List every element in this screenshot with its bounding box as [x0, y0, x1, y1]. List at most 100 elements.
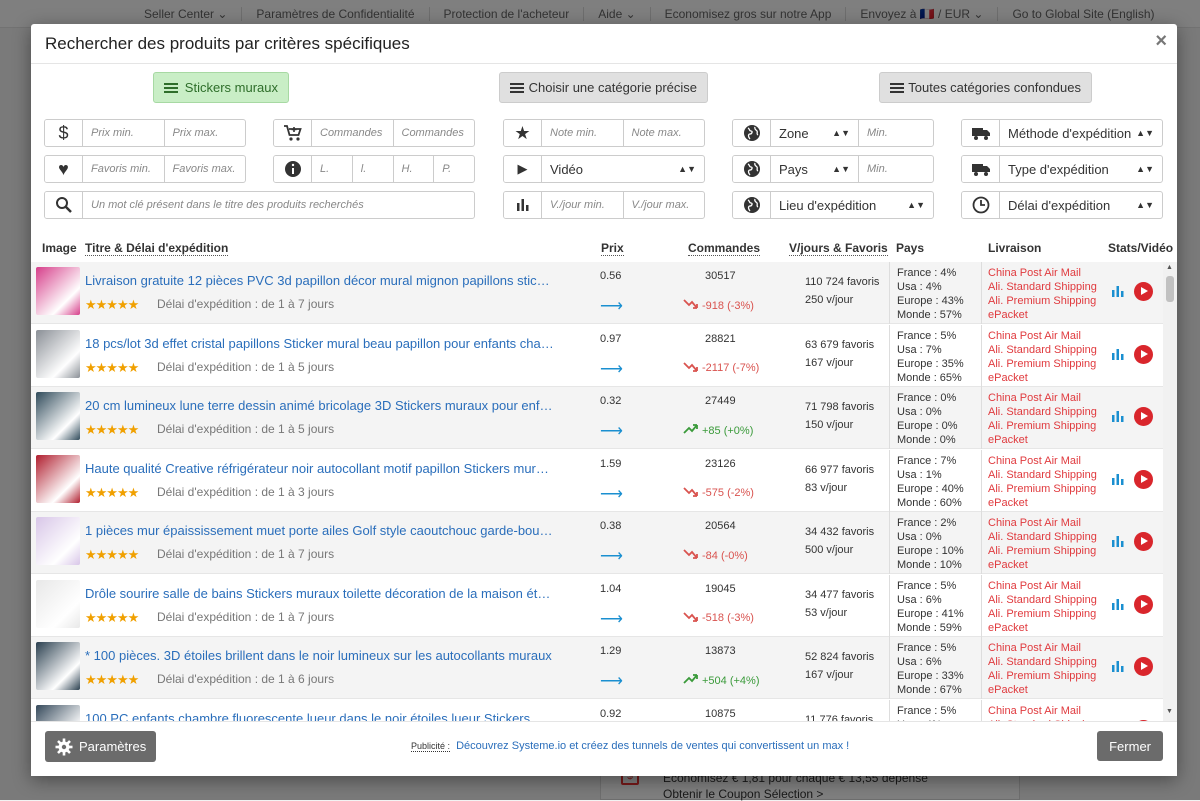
- modal-footer: Paramètres Publicité : Découvrez Systeme…: [31, 721, 1177, 776]
- stats-icon[interactable]: [1111, 534, 1125, 553]
- col-sales-favorites[interactable]: V/jours & Favoris: [789, 241, 888, 256]
- length-input[interactable]: L.: [312, 156, 353, 182]
- ship-from-select[interactable]: Lieu d'expédition ▲▼: [771, 192, 933, 218]
- product-title-link[interactable]: 1 pièces mur épaississement muet porte a…: [85, 523, 555, 538]
- delivery-time-value: Délai d'expédition: [1008, 197, 1111, 213]
- sales-per-day-max-input[interactable]: V./jour max.: [624, 192, 705, 218]
- choose-category-button[interactable]: Choisir une catégorie précise: [499, 72, 708, 103]
- product-title-link[interactable]: Livraison gratuite 12 pièces PVC 3d papi…: [85, 273, 555, 288]
- ad-text[interactable]: Découvrez Systeme.io et créez des tunnel…: [456, 740, 849, 752]
- scroll-thumb[interactable]: [1166, 276, 1174, 302]
- product-thumbnail[interactable]: [36, 642, 80, 690]
- shipping-methods: China Post Air Mail Ali. Standard Shippin…: [988, 266, 1097, 322]
- category-stickers-button[interactable]: Stickers muraux: [153, 72, 289, 103]
- trend-down-icon: [683, 548, 702, 563]
- depth-input[interactable]: P.: [434, 156, 474, 182]
- close-icon[interactable]: ×: [1155, 30, 1167, 53]
- product-title-link[interactable]: 18 pcs/lot 3d effet cristal papillons St…: [85, 336, 555, 351]
- col-price[interactable]: Prix: [601, 241, 624, 256]
- settings-button[interactable]: Paramètres: [45, 731, 157, 762]
- rating-min-input[interactable]: Note min.: [542, 120, 624, 146]
- product-row[interactable]: Livraison gratuite 12 pièces PVC 3d papi…: [31, 262, 1163, 324]
- price-min-input[interactable]: Prix min.: [83, 120, 165, 146]
- orders-value: 20564: [705, 520, 736, 532]
- cart-icon: [274, 120, 312, 146]
- orders-value: 23126: [705, 457, 736, 470]
- product-thumbnail[interactable]: [36, 579, 80, 628]
- stats-icon[interactable]: [1111, 659, 1125, 678]
- product-row[interactable]: Drôle sourire salle de bains Stickers mu…: [31, 574, 1163, 637]
- ad-banner[interactable]: Publicité : Découvrez Systeme.io et crée…: [411, 740, 849, 752]
- globe-icon: [733, 120, 771, 146]
- col-orders[interactable]: Commandes: [688, 241, 761, 256]
- ad-label: Publicité :: [411, 741, 451, 752]
- product-row[interactable]: 18 pcs/lot 3d effet cristal papillons St…: [31, 324, 1163, 387]
- shipping-method: ePacket: [988, 621, 1028, 634]
- country-share: Usa : 4%: [897, 281, 942, 293]
- stats-icon[interactable]: [1111, 472, 1125, 491]
- shipping-method-select[interactable]: Méthode d'expédition ▲▼: [1000, 120, 1162, 146]
- orders-min-input[interactable]: Commandes: [312, 120, 394, 146]
- product-thumbnail[interactable]: [36, 517, 80, 565]
- product-row[interactable]: * 100 pièces. 3D étoiles brillent dans l…: [31, 637, 1163, 699]
- product-title-link[interactable]: 100 PC enfants chambre fluorescente lueu…: [85, 711, 555, 722]
- product-thumbnail[interactable]: [36, 392, 80, 440]
- video-select[interactable]: Vidéo ▲▼: [542, 156, 704, 182]
- product-thumbnail[interactable]: [36, 329, 80, 378]
- stats-icon[interactable]: [1111, 597, 1125, 616]
- play-video-icon[interactable]: [1134, 532, 1153, 551]
- favorites-max-input[interactable]: Favoris max.: [165, 156, 246, 182]
- play-video-icon[interactable]: [1134, 344, 1153, 364]
- product-title-link[interactable]: Drôle sourire salle de bains Stickers mu…: [85, 586, 555, 601]
- product-thumbnail[interactable]: [36, 704, 80, 721]
- country-share: Europe : 40%: [897, 482, 964, 495]
- stats-icon[interactable]: [1111, 347, 1125, 366]
- shipping-type-select[interactable]: Type d'expédition ▲▼: [1000, 156, 1162, 182]
- zone-min-input[interactable]: Min.: [859, 120, 933, 146]
- close-button[interactable]: Fermer: [1097, 731, 1163, 761]
- play-video-icon[interactable]: [1134, 282, 1153, 301]
- product-title-link[interactable]: * 100 pièces. 3D étoiles brillent dans l…: [85, 648, 555, 663]
- rating-max-input[interactable]: Note max.: [624, 120, 705, 146]
- info-icon: [274, 156, 312, 182]
- scroll-up-icon[interactable]: ▲: [1166, 264, 1173, 271]
- scroll-down-icon[interactable]: ▼: [1166, 708, 1173, 715]
- height-input[interactable]: H.: [394, 156, 435, 182]
- all-categories-button[interactable]: Toutes catégories confondues: [879, 72, 1092, 103]
- product-row[interactable]: Haute qualité Creative réfrigérateur noi…: [31, 449, 1163, 512]
- play-video-icon[interactable]: [1134, 594, 1153, 614]
- product-title-link[interactable]: Haute qualité Creative réfrigérateur noi…: [85, 461, 555, 476]
- favorites-min-input[interactable]: Favoris min.: [83, 156, 165, 182]
- country-select[interactable]: Pays ▲▼: [771, 156, 859, 182]
- rating-stars: ★★★★★: [85, 547, 139, 562]
- sales-per-day-min-input[interactable]: V./jour min.: [542, 192, 624, 218]
- stats-icon[interactable]: [1111, 409, 1125, 428]
- product-row[interactable]: 100 PC enfants chambre fluorescente lueu…: [31, 699, 1163, 722]
- orders-filter: Commandes Commandes: [273, 119, 475, 147]
- country-min-input[interactable]: Min.: [859, 156, 933, 182]
- trend-down-icon: [683, 298, 702, 313]
- keyword-input[interactable]: Un mot clé présent dans le titre des pro…: [83, 192, 474, 218]
- col-title[interactable]: Titre & Délai d'expédition: [85, 241, 229, 256]
- play-video-icon[interactable]: [1134, 469, 1153, 489]
- width-input[interactable]: l.: [353, 156, 394, 182]
- product-thumbnail[interactable]: [36, 454, 80, 503]
- list-icon: [164, 82, 178, 93]
- stats-icon[interactable]: [1111, 284, 1125, 303]
- country-share: Europe : 0%: [897, 420, 958, 432]
- results-table-body[interactable]: Livraison gratuite 12 pièces PVC 3d papi…: [31, 262, 1163, 721]
- product-row[interactable]: 20 cm lumineux lune terre dessin animé b…: [31, 387, 1163, 449]
- play-video-icon[interactable]: [1134, 407, 1153, 426]
- sales-per-day: 167 v/jour: [805, 356, 854, 369]
- orders-max-input[interactable]: Commandes: [394, 120, 475, 146]
- price-max-input[interactable]: Prix max.: [165, 120, 246, 146]
- product-row[interactable]: 1 pièces mur épaississement muet porte a…: [31, 512, 1163, 574]
- orders-trend-value: -84 (-0%): [702, 549, 748, 562]
- product-title-link[interactable]: 20 cm lumineux lune terre dessin animé b…: [85, 398, 555, 413]
- product-thumbnail[interactable]: [36, 267, 80, 315]
- play-video-icon[interactable]: [1134, 657, 1153, 676]
- results-scrollbar[interactable]: ▲ ▼: [1163, 262, 1177, 721]
- zone-select[interactable]: Zone ▲▼: [771, 120, 859, 146]
- shipping-method: China Post Air Mail: [988, 329, 1081, 342]
- delivery-time-select[interactable]: Délai d'expédition ▲▼: [1000, 192, 1162, 218]
